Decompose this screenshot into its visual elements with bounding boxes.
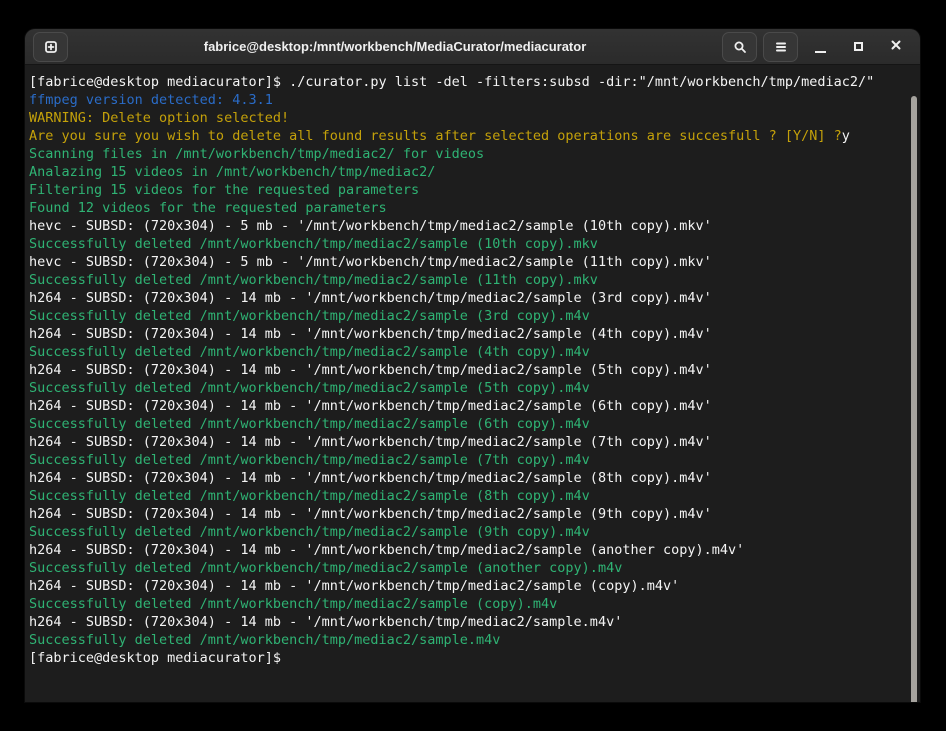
minimize-button[interactable] (804, 32, 836, 62)
terminal-line: Scanning files in /mnt/workbench/tmp/med… (29, 145, 902, 163)
terminal-line: hevc - SUBSD: (720x304) - 5 mb - '/mnt/w… (29, 253, 902, 271)
terminal-text-segment: Successfully deleted /mnt/workbench/tmp/… (29, 416, 590, 432)
scrollbar-thumb[interactable] (911, 96, 917, 702)
terminal-text-segment: h264 - SUBSD: (720x304) - 14 mb - '/mnt/… (29, 614, 622, 630)
terminal-text-segment: hevc - SUBSD: (720x304) - 5 mb - '/mnt/w… (29, 218, 712, 234)
terminal-text-segment: [fabrice@desktop mediacurator]$ (29, 650, 281, 666)
terminal-line: Successfully deleted /mnt/workbench/tmp/… (29, 235, 902, 253)
new-tab-icon (43, 39, 59, 55)
terminal-line: Analazing 15 videos in /mnt/workbench/tm… (29, 163, 902, 181)
terminal-line: h264 - SUBSD: (720x304) - 14 mb - '/mnt/… (29, 397, 902, 415)
terminal-text-segment: h264 - SUBSD: (720x304) - 14 mb - '/mnt/… (29, 326, 712, 342)
minimize-icon (815, 51, 826, 53)
terminal-text-segment: ffmpeg version detected: 4.3.1 (29, 92, 273, 108)
terminal-text-segment: Successfully deleted /mnt/workbench/tmp/… (29, 452, 590, 468)
terminal-text-segment: h264 - SUBSD: (720x304) - 14 mb - '/mnt/… (29, 578, 679, 594)
terminal-output[interactable]: [fabrice@desktop mediacurator]$ ./curato… (25, 65, 920, 702)
terminal-text-segment: h264 - SUBSD: (720x304) - 14 mb - '/mnt/… (29, 290, 712, 306)
window-title: fabrice@desktop:/mnt/workbench/MediaCura… (74, 39, 716, 54)
terminal-text-segment: Successfully deleted /mnt/workbench/tmp/… (29, 308, 590, 324)
menu-button[interactable] (763, 32, 798, 62)
terminal-line: h264 - SUBSD: (720x304) - 14 mb - '/mnt/… (29, 541, 902, 559)
terminal-line: Successfully deleted /mnt/workbench/tmp/… (29, 487, 902, 505)
terminal-line: Successfully deleted /mnt/workbench/tmp/… (29, 559, 902, 577)
terminal-text-segment: Successfully deleted /mnt/workbench/tmp/… (29, 524, 590, 540)
terminal-text-segment: Successfully deleted /mnt/workbench/tmp/… (29, 380, 590, 396)
terminal-line: Successfully deleted /mnt/workbench/tmp/… (29, 595, 902, 613)
terminal-line: h264 - SUBSD: (720x304) - 14 mb - '/mnt/… (29, 577, 902, 595)
terminal-line: ffmpeg version detected: 4.3.1 (29, 91, 902, 109)
terminal-line: Successfully deleted /mnt/workbench/tmp/… (29, 343, 902, 361)
terminal-text-segment: hevc - SUBSD: (720x304) - 5 mb - '/mnt/w… (29, 254, 712, 270)
search-icon (732, 39, 748, 55)
terminal-line: Successfully deleted /mnt/workbench/tmp/… (29, 379, 902, 397)
terminal-line: Successfully deleted /mnt/workbench/tmp/… (29, 307, 902, 325)
terminal-line: h264 - SUBSD: (720x304) - 14 mb - '/mnt/… (29, 361, 902, 379)
terminal-text-segment: h264 - SUBSD: (720x304) - 14 mb - '/mnt/… (29, 506, 712, 522)
terminal-text-segment: Successfully deleted /mnt/workbench/tmp/… (29, 272, 598, 288)
terminal-text-segment: Successfully deleted /mnt/workbench/tmp/… (29, 560, 622, 576)
terminal-line: Successfully deleted /mnt/workbench/tmp/… (29, 523, 902, 541)
maximize-button[interactable] (842, 32, 874, 62)
titlebar: fabrice@desktop:/mnt/workbench/MediaCura… (25, 29, 920, 65)
terminal-text-segment: [fabrice@desktop mediacurator]$ ./curato… (29, 74, 874, 90)
terminal-text-segment: h264 - SUBSD: (720x304) - 14 mb - '/mnt/… (29, 362, 712, 378)
terminal-line: [fabrice@desktop mediacurator]$ (29, 649, 902, 667)
terminal-text-segment: Are you sure you wish to delete all foun… (29, 128, 842, 144)
new-tab-button[interactable] (33, 32, 68, 62)
terminal-line: Successfully deleted /mnt/workbench/tmp/… (29, 451, 902, 469)
terminal-line: Are you sure you wish to delete all foun… (29, 127, 902, 145)
terminal-line: [fabrice@desktop mediacurator]$ ./curato… (29, 73, 902, 91)
terminal-text-segment: h264 - SUBSD: (720x304) - 14 mb - '/mnt/… (29, 434, 712, 450)
terminal-text-segment: h264 - SUBSD: (720x304) - 14 mb - '/mnt/… (29, 470, 712, 486)
terminal-text-segment: Analazing 15 videos in /mnt/workbench/tm… (29, 164, 435, 180)
terminal-line: Successfully deleted /mnt/workbench/tmp/… (29, 631, 902, 649)
terminal-line: hevc - SUBSD: (720x304) - 5 mb - '/mnt/w… (29, 217, 902, 235)
terminal-text-segment: h264 - SUBSD: (720x304) - 14 mb - '/mnt/… (29, 542, 744, 558)
terminal-line: Filtering 15 videos for the requested pa… (29, 181, 902, 199)
terminal-text-segment: Filtering 15 videos for the requested pa… (29, 182, 419, 198)
terminal-line: h264 - SUBSD: (720x304) - 14 mb - '/mnt/… (29, 433, 902, 451)
terminal-line: WARNING: Delete option selected! (29, 109, 902, 127)
terminal-line: h264 - SUBSD: (720x304) - 14 mb - '/mnt/… (29, 505, 902, 523)
search-button[interactable] (722, 32, 757, 62)
terminal-text-segment: Successfully deleted /mnt/workbench/tmp/… (29, 236, 598, 252)
terminal-text-segment: Scanning files in /mnt/workbench/tmp/med… (29, 146, 484, 162)
terminal-text-segment: Successfully deleted /mnt/workbench/tmp/… (29, 488, 590, 504)
terminal-text-segment: Successfully deleted /mnt/workbench/tmp/… (29, 632, 500, 648)
close-button[interactable] (880, 32, 912, 62)
terminal-line: h264 - SUBSD: (720x304) - 14 mb - '/mnt/… (29, 325, 902, 343)
terminal-line: h264 - SUBSD: (720x304) - 14 mb - '/mnt/… (29, 613, 902, 631)
terminal-line: h264 - SUBSD: (720x304) - 14 mb - '/mnt/… (29, 469, 902, 487)
terminal-line: Successfully deleted /mnt/workbench/tmp/… (29, 415, 902, 433)
terminal-text-segment: h264 - SUBSD: (720x304) - 14 mb - '/mnt/… (29, 398, 712, 414)
hamburger-menu-icon (774, 41, 788, 53)
maximize-icon (854, 42, 863, 51)
terminal-line: h264 - SUBSD: (720x304) - 14 mb - '/mnt/… (29, 289, 902, 307)
terminal-text-segment: Found 12 videos for the requested parame… (29, 200, 387, 216)
terminal-text-segment: WARNING: Delete option selected! (29, 110, 289, 126)
terminal-line: Successfully deleted /mnt/workbench/tmp/… (29, 271, 902, 289)
terminal-text-segment: y (842, 128, 850, 144)
terminal-text-segment: Successfully deleted /mnt/workbench/tmp/… (29, 344, 590, 360)
terminal-text-segment: Successfully deleted /mnt/workbench/tmp/… (29, 596, 557, 612)
terminal-line: Found 12 videos for the requested parame… (29, 199, 902, 217)
scrollbar-track (908, 66, 920, 702)
terminal-window: fabrice@desktop:/mnt/workbench/MediaCura… (25, 29, 920, 702)
close-icon (890, 38, 902, 56)
